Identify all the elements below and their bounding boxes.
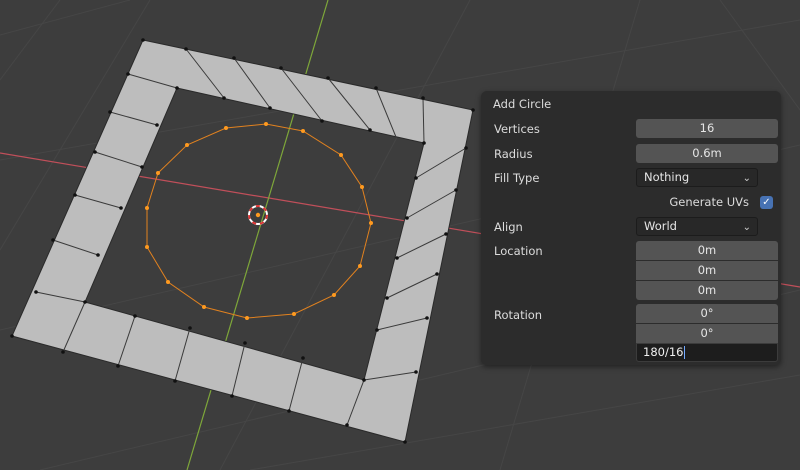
align-label: Align	[494, 220, 523, 234]
rotation-label: Rotation	[494, 308, 543, 322]
ring-mesh[interactable]	[11, 39, 474, 443]
chevron-down-icon: ⌄	[742, 173, 751, 184]
vertices-field[interactable]: 16	[636, 119, 778, 138]
text-caret	[684, 346, 686, 359]
location-x-field[interactable]: 0m	[636, 241, 778, 260]
add-circle-operator-panel: Add Circle Vertices 16 Radius 0.6m Fill …	[481, 91, 781, 365]
vertices-label: Vertices	[494, 122, 540, 136]
rotation-y-field[interactable]: 0°	[636, 324, 778, 343]
radius-label: Radius	[494, 147, 533, 161]
radius-field[interactable]: 0.6m	[636, 144, 778, 163]
fill-type-value: Nothing	[644, 170, 690, 184]
rotation-z-field[interactable]: 180/16	[636, 343, 778, 362]
added-circle-edges[interactable]	[146, 123, 372, 319]
rotation-x-field[interactable]: 0°	[636, 304, 778, 323]
rotation-z-text: 180/16	[643, 345, 684, 359]
chevron-down-icon: ⌄	[742, 222, 751, 233]
generate-uvs-checkbox[interactable]: ✓	[760, 196, 773, 209]
location-y-field[interactable]: 0m	[636, 261, 778, 280]
location-z-field[interactable]: 0m	[636, 281, 778, 300]
align-dropdown[interactable]: World ⌄	[636, 217, 758, 236]
fill-type-label: Fill Type	[494, 171, 540, 185]
panel-title[interactable]: Add Circle	[493, 97, 551, 111]
align-value: World	[644, 219, 677, 233]
3d-cursor-icon[interactable]	[248, 205, 268, 225]
generate-uvs-label: Generate UVs	[669, 195, 749, 209]
fill-type-dropdown[interactable]: Nothing ⌄	[636, 168, 758, 187]
location-label: Location	[494, 244, 543, 258]
